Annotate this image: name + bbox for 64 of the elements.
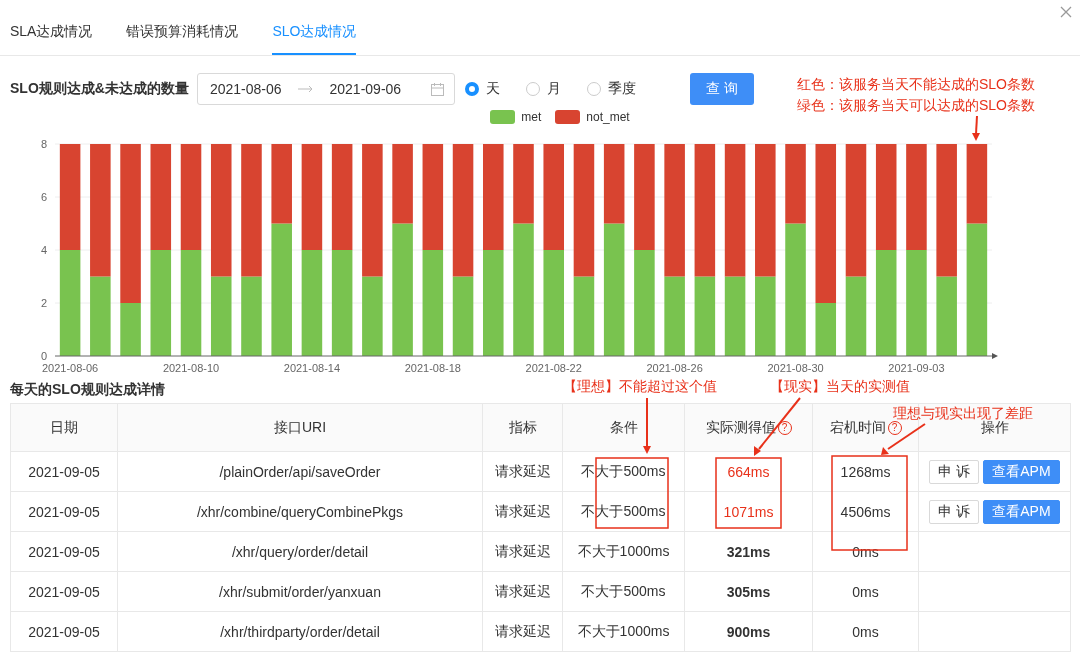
arrow-icon <box>297 85 314 93</box>
table-cell: 0ms <box>813 612 919 652</box>
axis-label: 2 <box>40 297 47 309</box>
table-cell: /plainOrder/api/saveOrder <box>118 452 483 492</box>
table-cell: 请求延迟 <box>483 532 563 572</box>
table-cell: 请求延迟 <box>483 612 563 652</box>
table-cell: 2021-09-05 <box>11 532 118 572</box>
axis-label: 2021-08-10 <box>162 362 220 374</box>
date-range-field[interactable]: 2021-08-06 2021-09-06 <box>196 73 455 105</box>
table-title: 每天的SLO规则达成详情 <box>9 380 165 399</box>
table-cell: /xhr/submit/order/yanxuan <box>118 572 483 612</box>
annotation-text: 【现实】当天的实测值 <box>770 378 910 396</box>
annotation-text: 红色：该服务当天不能达成的SLO条数 <box>797 76 1035 94</box>
table-cell: 4506ms <box>813 492 919 532</box>
close-icon[interactable] <box>1060 6 1072 18</box>
column-header: 接口URI <box>118 404 483 452</box>
axis-label: 2021-08-18 <box>404 362 461 374</box>
period-radio[interactable]: 月 <box>525 80 561 98</box>
table-cell: /xhr/query/order/detail <box>118 532 483 572</box>
axis-label: 2021-08-14 <box>283 362 341 374</box>
appeal-button[interactable]: 申 诉 <box>929 499 980 524</box>
legend-item[interactable]: not_met <box>555 110 630 124</box>
tab[interactable]: 错误预算消耗情况 <box>126 0 239 55</box>
axis-label: 2021-08-06 <box>41 362 99 374</box>
table-cell: 664ms <box>685 452 813 492</box>
axis-label: 0 <box>40 350 47 362</box>
tab[interactable]: SLA达成情况 <box>10 0 93 55</box>
table-cell: 0ms <box>813 572 919 612</box>
annotation-text: 理想与现实出现了差距 <box>893 405 1033 421</box>
axis-label: 4 <box>40 244 47 256</box>
column-header: 指标 <box>483 404 563 452</box>
appeal-button[interactable]: 申 诉 <box>929 459 980 484</box>
annotation-text: 【理想】不能超过这个值 <box>563 378 717 396</box>
annotation-text: 绿色：该服务当天可以达成的SLO条数 <box>797 97 1035 115</box>
table-cell: 2021-09-05 <box>11 572 118 612</box>
table-cell: 305ms <box>685 572 813 612</box>
table-cell: 2021-09-05 <box>11 452 118 492</box>
table-cell: 不大于500ms <box>563 572 685 612</box>
table-cell: 不大于1000ms <box>563 532 685 572</box>
annotation-box <box>715 457 782 529</box>
section-title: SLO规则达成&未达成的数量 <box>10 80 189 98</box>
table-cell: /xhr/combine/queryCombinePkgs <box>118 492 483 532</box>
table-cell: /xhr/thirdparty/order/detail <box>118 612 483 652</box>
column-header: 日期 <box>11 404 118 452</box>
table-cell: 2021-09-05 <box>11 492 118 532</box>
calendar-icon <box>430 82 444 96</box>
annotation-arrow <box>972 115 980 141</box>
table-cell: 不大于1000ms <box>563 612 685 652</box>
axis-label: 2021-09-03 <box>888 362 945 374</box>
axis-label: 2021-08-30 <box>767 362 824 374</box>
table-cell: 请求延迟 <box>483 452 563 492</box>
table-cell: 2021-09-05 <box>11 612 118 652</box>
period-radio[interactable]: 天 <box>464 80 500 98</box>
table-cell: 321ms <box>685 532 813 572</box>
period-radio[interactable]: 季度 <box>586 80 636 98</box>
table-cell: 1071ms <box>685 492 813 532</box>
table-cell: 请求延迟 <box>483 572 563 612</box>
axis-label: 2021-08-26 <box>646 362 703 374</box>
axis-label: 8 <box>40 138 47 150</box>
axis-label: 6 <box>40 191 47 203</box>
table-cell: 请求延迟 <box>483 492 563 532</box>
axis-label: 2021-08-22 <box>525 362 582 374</box>
table-cell: 900ms <box>685 612 813 652</box>
annotation-arrow <box>643 397 651 454</box>
